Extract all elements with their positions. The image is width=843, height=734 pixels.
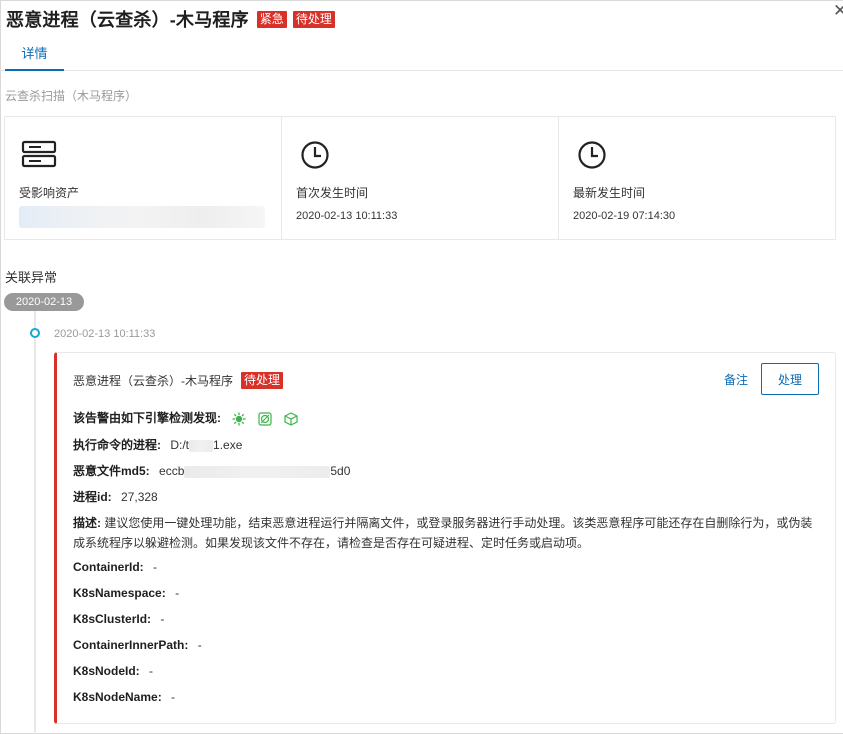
scan-source-label: 云查杀扫描（木马程序）: [5, 89, 138, 103]
field-label: K8sNodeId:: [73, 664, 140, 678]
pid-label: 进程id:: [73, 490, 112, 504]
first-seen-time: 2020-02-13 10:11:33: [296, 210, 398, 222]
field-label: K8sNodeName:: [73, 690, 162, 704]
close-icon[interactable]: ✕: [833, 2, 843, 20]
pid-value: 27,328: [121, 490, 158, 504]
field-row: ContainerInnerPath: -: [73, 638, 202, 652]
card-first-seen: 首次发生时间 2020-02-13 10:11:33: [282, 117, 559, 239]
status-badge: 待处理: [292, 10, 335, 28]
desc-text: 建议您使用一键处理功能，结束恶意进程运行并隔离文件，或登录服务器进行手动处理。该…: [73, 516, 813, 550]
field-label: K8sNamespace:: [73, 586, 166, 600]
server-icon: [21, 140, 57, 168]
md5-prefix: eccb: [159, 464, 185, 478]
cmd-prefix: D:/t: [170, 438, 190, 452]
md5-suffix: 5d0: [330, 464, 351, 478]
card-last-seen: 最新发生时间 2020-02-19 07:14:30: [559, 117, 835, 239]
redacted-path: [189, 439, 214, 452]
sandbox-cube-icon: [284, 412, 298, 426]
field-row: ContainerId: -: [73, 560, 157, 574]
status-badge: 待处理: [241, 372, 284, 389]
event-card: 恶意进程（云查杀）-木马程序 待处理 备注 处理 该告警由如下引擎检测发现: 执…: [54, 352, 836, 724]
scan-icon: [258, 412, 272, 426]
event-title-text: 恶意进程（云查杀）-木马程序: [73, 374, 233, 388]
field-row: K8sNodeId: -: [73, 664, 153, 678]
engine-label: 该告警由如下引擎检测发现:: [73, 411, 221, 425]
field-value: -: [175, 586, 180, 600]
redacted-asset-name: [19, 206, 265, 228]
page-title: 恶意进程（云查杀）-木马程序: [6, 10, 249, 30]
timeline-dot: [30, 328, 40, 338]
card-label: 受影响资产: [19, 186, 80, 200]
summary-cards: 受影响资产 首次发生时间 2020-02-13 10:11:33 最新发生时间 …: [4, 116, 836, 240]
last-seen-time: 2020-02-19 07:14:30: [573, 210, 676, 222]
desc-label: 描述:: [73, 516, 101, 530]
clock-icon: [578, 141, 606, 169]
field-value: -: [153, 560, 158, 574]
field-value: -: [171, 690, 176, 704]
description: 描述: 建议您使用一键处理功能，结束恶意进程运行并隔离文件，或登录服务器进行手动…: [73, 513, 821, 553]
cmd-label: 执行命令的进程:: [73, 438, 161, 452]
note-link[interactable]: 备注: [724, 371, 748, 388]
card-label: 最新发生时间: [573, 186, 646, 200]
redacted-md5: [184, 465, 331, 478]
timeline-timestamp: 2020-02-13 10:11:33: [54, 328, 156, 340]
field-row: K8sNamespace: -: [73, 586, 179, 600]
pid-row: 进程id: 27,328: [73, 488, 158, 505]
field-value: -: [149, 664, 154, 678]
field-value: -: [160, 612, 165, 626]
event-title: 恶意进程（云查杀）-木马程序 待处理: [73, 372, 284, 389]
card-label: 首次发生时间: [296, 186, 369, 200]
clock-icon: [301, 141, 329, 169]
engine-row: 该告警由如下引擎检测发现:: [73, 409, 298, 426]
handle-button[interactable]: 处理: [761, 363, 819, 395]
md5-row: 恶意文件md5: eccb 5d0: [73, 462, 350, 479]
timeline-date-pill: 2020-02-13: [4, 293, 84, 311]
field-label: K8sClusterId:: [73, 612, 152, 626]
tab-bar: 详情: [0, 36, 843, 71]
field-row: K8sClusterId: -: [73, 612, 164, 626]
engine-icons: [232, 412, 298, 426]
field-value: -: [197, 638, 202, 652]
field-label: ContainerId:: [73, 560, 144, 574]
field-row: K8sNodeName: -: [73, 690, 175, 704]
panel-header: 恶意进程（云查杀）-木马程序 紧急 待处理: [6, 7, 335, 31]
section-title: 关联异常: [5, 270, 58, 285]
severity-badge: 紧急: [256, 10, 287, 28]
card-affected-asset: 受影响资产: [5, 117, 282, 239]
process-cmd-row: 执行命令的进程: D:/t 1.exe: [73, 436, 242, 453]
virus-icon: [232, 412, 246, 426]
md5-label: 恶意文件md5:: [73, 464, 150, 478]
field-label: ContainerInnerPath:: [73, 638, 189, 652]
tab-details[interactable]: 详情: [5, 36, 64, 71]
cmd-suffix: 1.exe: [213, 438, 243, 452]
timeline-line: [34, 311, 36, 734]
